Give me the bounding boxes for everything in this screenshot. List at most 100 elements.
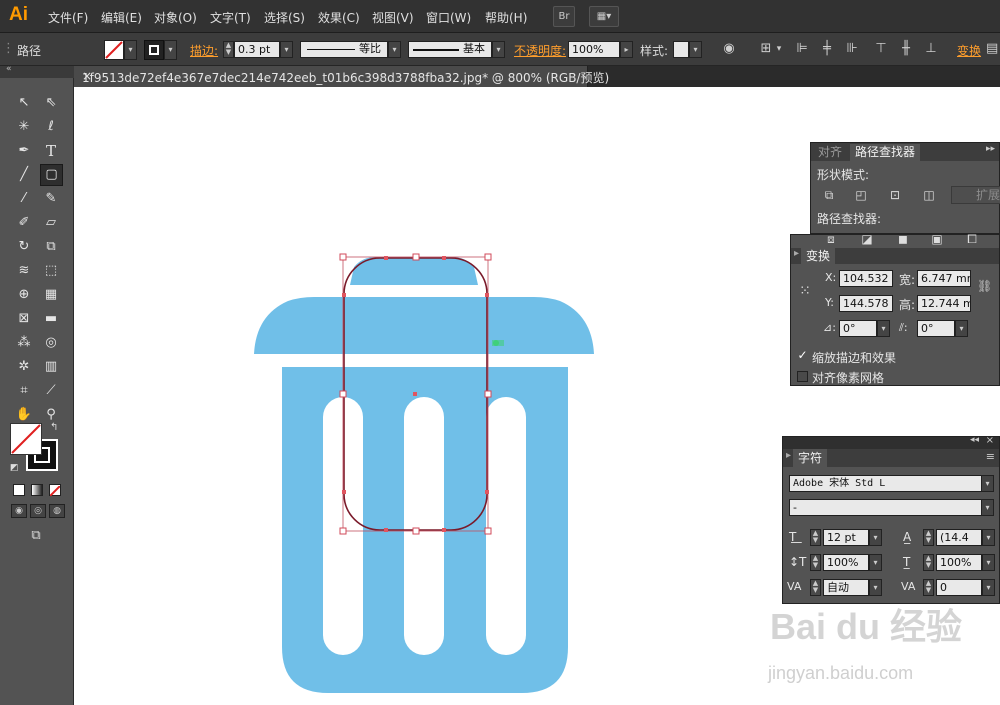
perspective-grid-tool-icon[interactable]: ▦	[41, 285, 61, 305]
free-transform-tool-icon[interactable]: ⬚	[41, 261, 61, 281]
eraser-tool-icon[interactable]: ▱	[41, 213, 61, 233]
draw-normal-icon[interactable]: ◉	[11, 504, 27, 518]
hand-tool-icon[interactable]: ✋	[14, 405, 34, 425]
color-mode-icon[interactable]	[13, 484, 25, 496]
mesh-tool-icon[interactable]: ⊠	[14, 309, 34, 329]
eyedropper-tool-icon[interactable]: ⁂	[14, 333, 34, 353]
font-style-dropdown[interactable]: ▾	[981, 499, 994, 516]
artboard-tool-icon[interactable]: ⌗	[14, 381, 34, 401]
close-tab-icon[interactable]: ×	[82, 69, 581, 83]
rounded-rectangle-tool-icon[interactable]: ▢	[40, 164, 63, 186]
tab-align[interactable]: 对齐	[813, 144, 847, 161]
intersect-icon[interactable]: ⊡	[885, 187, 905, 203]
panel-toggle-icon[interactable]: ▸	[786, 450, 791, 461]
kerning-field[interactable]: 自动	[823, 579, 869, 596]
stroke-swatch[interactable]	[144, 40, 164, 60]
brush-definition[interactable]: 基本	[408, 41, 492, 58]
align-vcenter-icon[interactable]: ╫	[897, 40, 915, 58]
pen-tool-icon[interactable]: ✒	[14, 141, 34, 161]
menu-effect[interactable]: 效果(C)	[318, 9, 360, 26]
opacity-label[interactable]: 不透明度:	[514, 42, 566, 59]
lid-handle-shape[interactable]	[350, 257, 478, 285]
stroke-weight-field[interactable]: 0.3 pt	[234, 41, 280, 58]
close-panel-icon[interactable]: ×	[986, 435, 994, 446]
paintbrush-tool-icon[interactable]: ⁄	[14, 189, 34, 209]
scale-tool-icon[interactable]: ⧉	[41, 237, 61, 257]
tracking-dropdown[interactable]: ▾	[982, 579, 995, 596]
document-tab[interactable]: 1f9513de72ef4e367e7dec214e742eeb_t01b6c3…	[74, 66, 609, 87]
shear-field[interactable]: 0°	[917, 320, 955, 337]
kerning-dropdown[interactable]: ▾	[869, 579, 882, 596]
constrain-proportions-icon[interactable]: ⛓	[977, 279, 992, 303]
line-tool-icon[interactable]: ╱	[14, 165, 34, 185]
character-panel-titlebar[interactable]: ◂◂ ×	[783, 435, 999, 449]
align-hcenter-icon[interactable]: ╪	[818, 40, 836, 58]
tab-character[interactable]: 字符	[793, 449, 828, 467]
align-left-icon[interactable]: ⊫	[793, 40, 811, 58]
leading-dropdown[interactable]: ▾	[982, 529, 995, 546]
panel-expand-icon[interactable]: ▸▸	[986, 144, 995, 154]
width-field[interactable]: 6.747 mm	[917, 270, 971, 287]
menu-object[interactable]: 对象(O)	[154, 9, 197, 26]
tracking-field[interactable]: 0	[936, 579, 982, 596]
reference-point-icon[interactable]: ⁙	[796, 282, 814, 300]
horizontal-scale-dropdown[interactable]: ▾	[982, 554, 995, 571]
slice-tool-icon[interactable]: ⟋	[41, 381, 61, 401]
font-size-dropdown[interactable]: ▾	[869, 529, 882, 546]
exclude-icon[interactable]: ◫	[919, 187, 939, 203]
screen-mode-icon[interactable]: ⧉	[26, 528, 46, 544]
swap-fill-stroke-icon[interactable]: ↰	[50, 422, 58, 433]
menu-view[interactable]: 视图(V)	[372, 9, 414, 26]
menu-window[interactable]: 窗口(W)	[426, 9, 471, 26]
align-pixel-grid-checkbox[interactable]	[797, 371, 808, 382]
magic-wand-tool-icon[interactable]: ✳	[14, 117, 34, 137]
menu-type[interactable]: 文字(T)	[210, 9, 251, 26]
font-family-dropdown[interactable]: ▾	[981, 475, 994, 492]
stroke-dropdown[interactable]: ▾	[164, 40, 177, 60]
minus-front-icon[interactable]: ◰	[851, 187, 871, 203]
gradient-mode-icon[interactable]	[31, 484, 43, 496]
blob-brush-tool-icon[interactable]: ✐	[14, 213, 34, 233]
rotate-tool-icon[interactable]: ↻	[14, 237, 34, 257]
vertical-scale-dropdown[interactable]: ▾	[869, 554, 882, 571]
collapse-icon[interactable]: «	[6, 64, 12, 74]
default-colors-icon[interactable]: ◩	[10, 463, 19, 473]
menu-help[interactable]: 帮助(H)	[485, 9, 527, 26]
lasso-tool-icon[interactable]: ℓ	[41, 117, 61, 137]
rotate-dropdown[interactable]: ▾	[877, 320, 890, 337]
outline-icon[interactable]: ⧠	[962, 231, 982, 247]
menu-file[interactable]: 文件(F)	[48, 9, 88, 26]
align-to-dropdown-icon[interactable]: ▾	[774, 40, 784, 58]
gradient-tool-icon[interactable]: ▬	[41, 309, 61, 329]
kerning-spinner[interactable]: ▲ ▼	[810, 579, 821, 596]
direct-selection-tool-icon[interactable]: ⇖	[41, 93, 61, 113]
shear-dropdown[interactable]: ▾	[955, 320, 968, 337]
menu-select[interactable]: 选择(S)	[264, 9, 305, 26]
bridge-button[interactable]: Br	[553, 6, 575, 27]
rotate-field[interactable]: 0°	[839, 320, 877, 337]
bin-slot-right[interactable]	[486, 397, 526, 655]
opacity-field[interactable]: 100%	[568, 41, 620, 58]
font-size-field[interactable]: 12 pt	[823, 529, 869, 546]
blend-tool-icon[interactable]: ◎	[41, 333, 61, 353]
variable-width-profile[interactable]: 等比	[300, 41, 388, 58]
menu-edit[interactable]: 编辑(E)	[101, 9, 142, 26]
fill-dropdown[interactable]: ▾	[124, 40, 137, 60]
align-top-icon[interactable]: ⊤	[872, 40, 890, 58]
panel-menu-icon[interactable]: ▸	[794, 248, 799, 259]
tracking-spinner[interactable]: ▲ ▼	[923, 579, 934, 596]
horizontal-scale-spinner[interactable]: ▲ ▼	[923, 554, 934, 571]
expand-button[interactable]: 扩展	[951, 186, 1000, 204]
tab-transform[interactable]: 变换	[801, 248, 836, 264]
tab-pathfinder[interactable]: 路径查找器	[850, 144, 921, 161]
draw-behind-icon[interactable]: ◎	[30, 504, 46, 518]
trim-icon[interactable]: ◪	[857, 231, 877, 247]
tools-panel-header[interactable]: «	[0, 64, 74, 78]
arrange-documents-button[interactable]: ▦▾	[589, 6, 619, 27]
brush-dropdown[interactable]: ▾	[492, 41, 505, 58]
draw-inside-icon[interactable]: ◍	[49, 504, 65, 518]
style-swatch[interactable]	[673, 41, 689, 58]
divide-icon[interactable]: ⧈	[821, 231, 841, 247]
x-field[interactable]: 104.532	[839, 270, 893, 287]
recolor-artwork-icon[interactable]: ◉	[720, 40, 738, 58]
